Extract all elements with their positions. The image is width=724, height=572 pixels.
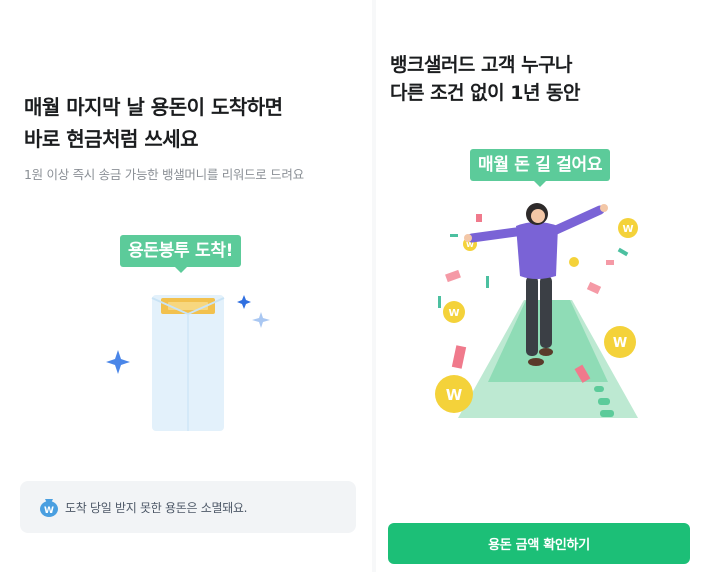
check-allowance-amount-button[interactable]: 용돈 금액 확인하기 <box>388 523 690 564</box>
svg-text:W: W <box>613 336 627 351</box>
coin-icon: W <box>604 326 636 358</box>
sparkle-icon <box>252 312 270 328</box>
money-road-bubble: 매월 돈 길 걸어요 <box>470 149 611 187</box>
sparkle-icon <box>106 350 130 374</box>
svg-text:W: W <box>448 308 459 319</box>
svg-text:W: W <box>44 506 54 516</box>
svg-text:W: W <box>446 386 463 404</box>
left-panel: 매월 마지막 날 용돈이 도착하면 바로 현금처럼 쓰세요 1원 이상 즉시 송… <box>0 0 372 572</box>
left-title-line-2: 바로 현금처럼 쓰세요 <box>24 127 199 151</box>
envelope-arrived-bubble: 용돈봉투 도착! <box>120 235 242 273</box>
money-bag-icon: W <box>40 499 58 517</box>
coin-icon: W <box>618 218 638 238</box>
envelope-illustration <box>106 295 270 431</box>
expiry-notice-text: 도착 당일 받지 못한 용돈은 소멸돼요. <box>65 501 248 515</box>
sparkle-icon <box>237 295 251 309</box>
right-title-line-1: 뱅크샐러드 고객 누구나 <box>390 54 573 76</box>
right-panel: 뱅크샐러드 고객 누구나 다른 조건 없이 1년 동안 매월 돈 길 걸어요 W… <box>376 0 724 572</box>
right-title-line-2: 다른 조건 없이 1년 동안 <box>390 82 581 104</box>
expiry-notice: W 도착 당일 받지 못한 용돈은 소멸돼요. <box>20 481 356 533</box>
coin-icon: W <box>443 301 465 323</box>
left-subtitle: 1원 이상 즉시 송금 가능한 뱅샐머니를 리워드로 드려요 <box>24 167 304 182</box>
left-title-line-1: 매월 마지막 날 용돈이 도착하면 <box>24 95 283 119</box>
money-road-illustration: W W W W W <box>435 203 638 418</box>
svg-text:W: W <box>622 224 633 235</box>
coin-icon: W <box>435 375 473 413</box>
